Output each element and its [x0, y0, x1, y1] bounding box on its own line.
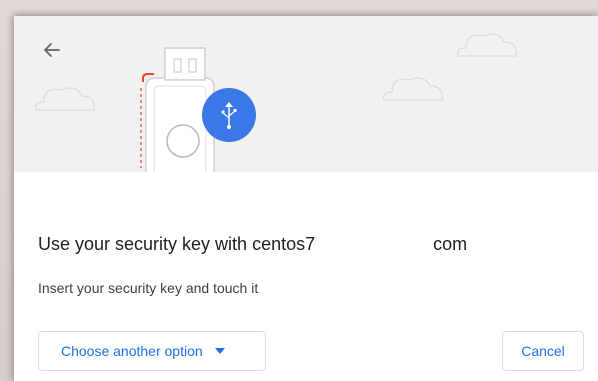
usb-symbol-icon: [202, 88, 256, 142]
dialog-title-prefix: Use your security key with centos7: [38, 234, 316, 254]
dialog-subtitle: Insert your security key and touch it: [38, 280, 259, 296]
cancel-button[interactable]: Cancel: [502, 331, 584, 371]
redacted-text: [315, 234, 434, 257]
dialog-title-suffix: com: [433, 234, 468, 254]
cancel-label: Cancel: [521, 343, 565, 359]
cloud-icon: [457, 33, 517, 57]
cloud-icon: [35, 87, 95, 111]
illustration-graphic: [35, 33, 517, 172]
arrow-back-icon: [44, 43, 60, 57]
dialog-title: Use your security key with centos7 com: [38, 234, 468, 257]
back-button[interactable]: [38, 36, 66, 64]
illustration-header: [14, 16, 598, 172]
security-key-dialog: Use your security key with centos7 com In…: [14, 16, 598, 381]
window-background: Use your security key with centos7 com In…: [0, 0, 598, 381]
cloud-icon: [383, 77, 443, 101]
choose-another-option-button[interactable]: Choose another option: [38, 331, 266, 371]
choose-another-option-label: Choose another option: [61, 343, 203, 359]
caret-down-icon: [214, 348, 225, 354]
